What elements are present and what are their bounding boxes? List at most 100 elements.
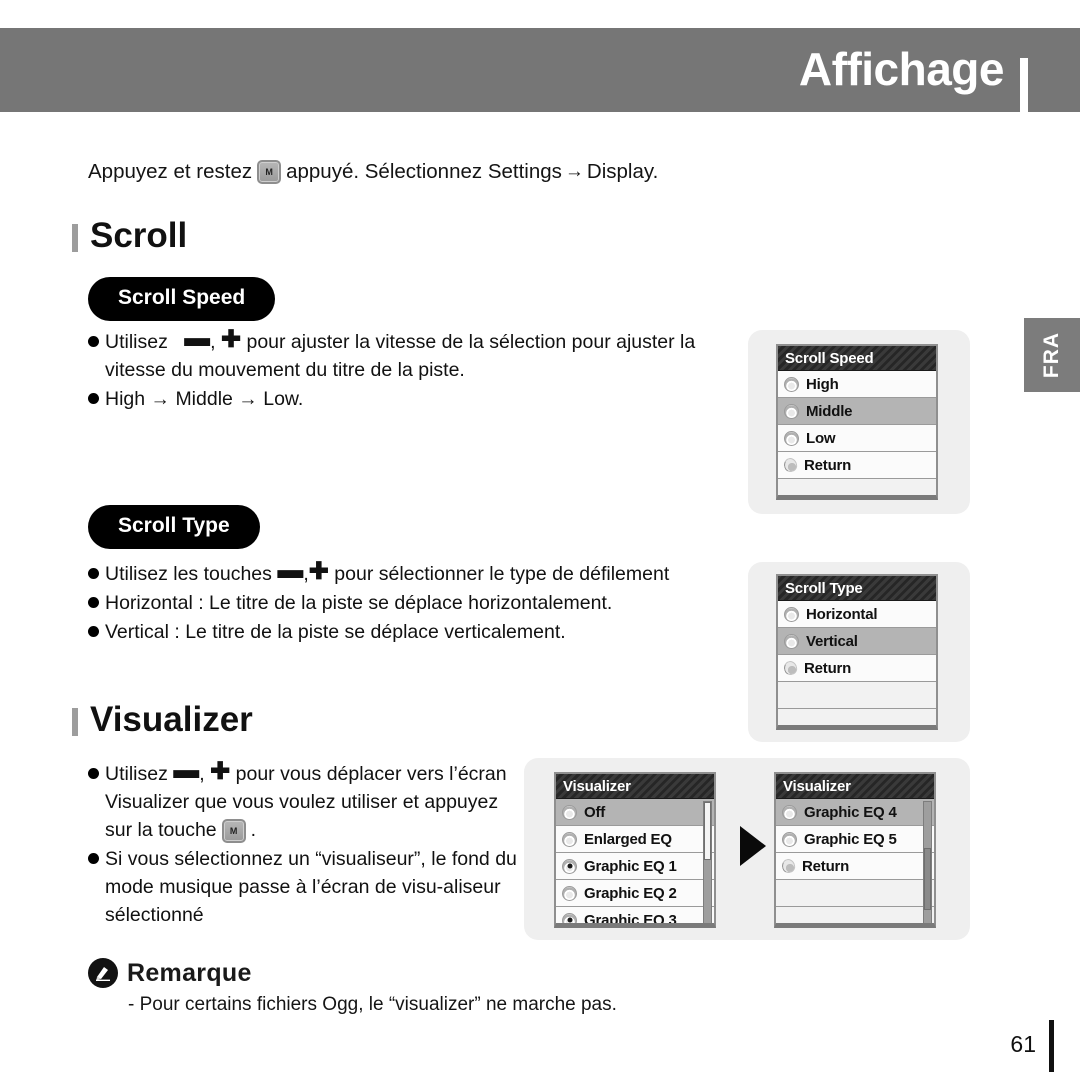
text-pre: Utilisez (105, 763, 168, 785)
text-horizontal: Horizontal : Le titre de la piste se dép… (105, 592, 613, 614)
screen-row-empty (778, 682, 936, 709)
radio-icon (562, 831, 577, 847)
bullet-icon (88, 768, 99, 779)
list-item: High → Middle → Low. (88, 385, 728, 413)
list-item: Si vous sélectionnez un “visualiseur”, l… (88, 845, 520, 929)
section-title-visualizer: Visualizer (72, 700, 253, 740)
text-post-b: . (250, 819, 257, 841)
radio-icon (782, 831, 797, 847)
screen-row[interactable]: Low (778, 425, 936, 452)
device-screen: Scroll Speed High Middle Low Return (776, 344, 938, 500)
text-pre: Utilisez les touches (105, 563, 272, 585)
list-item: Horizontal : Le titre de la piste se dép… (88, 589, 748, 617)
screen-row[interactable]: Vertical (778, 628, 936, 655)
arrow-icon: → (564, 161, 584, 182)
note-body: - Pour certains fichiers Ogg, le “visual… (128, 994, 617, 1015)
section-title-visualizer-label: Visualizer (90, 700, 253, 739)
m-button-icon (221, 818, 246, 843)
m-button-icon (257, 160, 282, 184)
badge-scroll-speed: Scroll Speed (88, 277, 276, 321)
screen-row[interactable]: Middle (778, 398, 936, 425)
bullet-icon (88, 597, 99, 608)
note-title: Remarque (127, 958, 252, 987)
screen-panel-scroll-speed: Scroll Speed High Middle Low Return (748, 330, 970, 514)
screen-row[interactable]: Graphic EQ 5 (776, 826, 934, 853)
bullet-icon (88, 336, 99, 347)
body-scroll-speed: Utilisez ▬, ✚ pour ajuster la vitesse de… (88, 324, 728, 414)
note-block: Remarque - Pour certains fichiers Ogg, l… (88, 958, 617, 1016)
text-vertical: Vertical : Le titre de la piste se dépla… (105, 621, 566, 643)
screen-title: Scroll Speed (778, 346, 936, 371)
screen-row-label: Return (804, 456, 852, 474)
comma: , (199, 763, 205, 785)
text-visualizer-note: Si vous sélectionnez un “visualiseur”, l… (105, 848, 517, 926)
bullet-icon (88, 568, 99, 579)
page-header: Affichage (0, 28, 1080, 140)
screen-row-empty (776, 907, 934, 923)
screen-row[interactable]: Graphic EQ 1 (556, 853, 714, 880)
radio-icon (562, 885, 577, 901)
screen-row[interactable]: Horizontal (778, 601, 936, 628)
screen-title: Visualizer (776, 774, 934, 799)
screen-row[interactable]: Graphic EQ 2 (556, 880, 714, 907)
screen-row-label: Graphic EQ 3 (584, 911, 677, 928)
language-tab-label: FRA (1040, 331, 1063, 379)
device-screen-left: Visualizer Off Enlarged EQ Graphic EQ 1 Gra… (554, 772, 716, 928)
screen-row[interactable]: Graphic EQ 3 (556, 907, 714, 928)
intro-text-after: appuyé. Sélectionnez Settings (286, 160, 562, 183)
screen-panel-visualizer: Visualizer Off Enlarged EQ Graphic EQ 1 Gra… (524, 758, 970, 940)
body-scroll-type: Utilisez les touches ▬,✚ pour sélectionn… (88, 556, 748, 647)
screen-row-label: High (806, 375, 839, 393)
screen-title: Scroll Type (778, 576, 936, 601)
list-item: Vertical : Le titre de la piste se dépla… (88, 618, 748, 646)
text-pre: Utilisez (105, 331, 168, 353)
screen-row-label: Graphic EQ 5 (804, 830, 897, 848)
screen-row[interactable]: Return (778, 452, 936, 479)
bullet-icon (88, 393, 99, 404)
screen-row-label: Middle (806, 402, 853, 420)
screen-title: Visualizer (556, 774, 714, 799)
language-tab-fra: FRA (1024, 318, 1080, 392)
radio-icon (784, 376, 799, 392)
radio-icon (562, 858, 577, 874)
screen-row[interactable]: Enlarged EQ (556, 826, 714, 853)
screen-row-label: Return (804, 659, 852, 677)
screen-row[interactable]: High (778, 371, 936, 398)
screen-row[interactable]: Off (556, 799, 714, 826)
radio-icon (784, 430, 799, 446)
return-icon (780, 857, 797, 875)
screen-rows: High Middle Low Return (778, 371, 936, 495)
scrollbar-track[interactable] (923, 801, 932, 923)
screen-row-label: Graphic EQ 4 (804, 803, 897, 821)
screen-row-label: Return (802, 857, 850, 875)
radio-icon (784, 633, 799, 649)
bullet-icon (88, 853, 99, 864)
section-tick (72, 223, 78, 252)
screen-row[interactable]: Return (776, 853, 934, 880)
return-icon (782, 456, 799, 474)
screen-row-label: Horizontal (806, 605, 878, 623)
screen-row-label: Off (584, 803, 606, 821)
screen-row-label: Vertical (806, 632, 858, 650)
page-title: Affichage (798, 42, 1005, 95)
radio-icon (782, 804, 797, 820)
screen-row[interactable]: Graphic EQ 4 (776, 799, 934, 826)
note-header: Remarque (88, 958, 617, 988)
screen-row-label: Graphic EQ 2 (584, 884, 677, 902)
scrollbar-thumb[interactable] (704, 802, 711, 860)
screen-row-empty (778, 479, 936, 495)
screen-row-label: Low (806, 429, 836, 447)
comma: , (303, 563, 309, 585)
intro-text-before: Appuyez et restez (88, 160, 253, 183)
scrollbar-thumb[interactable] (924, 848, 931, 910)
section-title-scroll: Scroll (72, 216, 187, 256)
screen-row[interactable]: Return (778, 655, 936, 682)
section-title-scroll-label: Scroll (90, 216, 188, 255)
footer-accent-bar (1049, 1020, 1054, 1072)
screen-row-empty (778, 709, 936, 725)
page-number: 61 (1010, 1031, 1036, 1057)
note-pencil-icon (88, 958, 118, 988)
radio-icon (784, 606, 799, 622)
scrollbar-track[interactable] (703, 801, 712, 923)
radio-icon (784, 403, 799, 419)
